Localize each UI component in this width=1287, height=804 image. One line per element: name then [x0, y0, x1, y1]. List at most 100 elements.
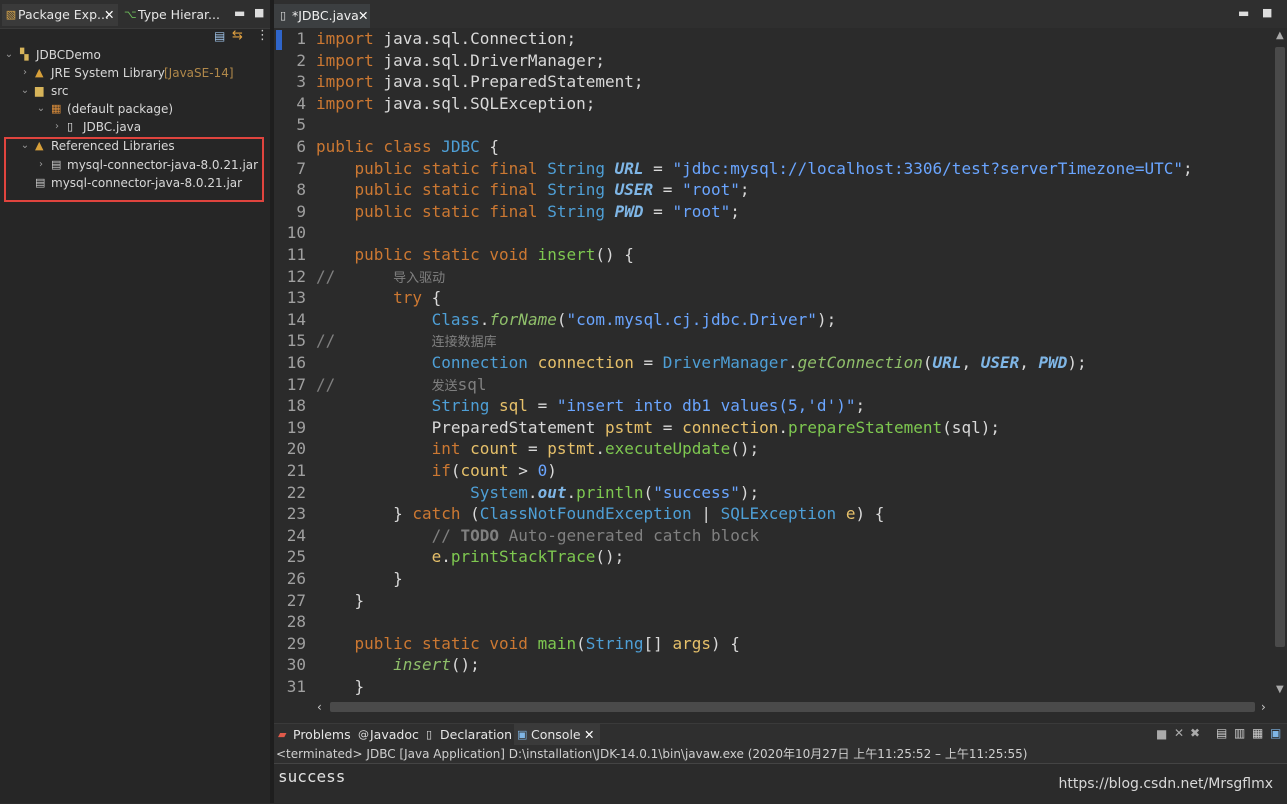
code-line[interactable]: import java.sql.PreparedStatement;: [316, 72, 644, 91]
maximize-icon[interactable]: ■: [1262, 6, 1272, 19]
close-icon[interactable]: ✕: [584, 724, 594, 746]
line-number: 3: [296, 72, 306, 92]
code-line[interactable]: // 导入驱动: [316, 267, 445, 286]
scroll-up-icon[interactable]: ▲: [1276, 30, 1284, 41]
code-line[interactable]: import java.sql.SQLException;: [316, 94, 595, 113]
tab-jdbc-java[interactable]: ▯ *JDBC.java ✕: [274, 4, 370, 28]
link-with-editor-icon[interactable]: ⇆: [232, 28, 243, 43]
line-number: 22: [286, 482, 306, 502]
minimize-icon[interactable]: ▬: [1238, 6, 1249, 20]
line-number: 12: [286, 266, 306, 286]
line-number: 24: [286, 525, 306, 545]
remove-all-icon[interactable]: ✖: [1190, 726, 1200, 740]
line-number: 29: [286, 633, 306, 653]
tab-type-hierarchy[interactable]: ⌥ Type Hierar...: [122, 4, 222, 26]
remove-launch-icon[interactable]: ✕: [1174, 726, 1184, 740]
tree-item-label: JDBC.java: [83, 120, 142, 134]
code-line[interactable]: Connection connection = DriverManager.ge…: [316, 353, 1087, 372]
code-line[interactable]: import java.sql.Connection;: [316, 29, 576, 48]
line-number: 4: [296, 93, 306, 113]
code-line[interactable]: }: [316, 569, 403, 588]
code-line[interactable]: String sql = "insert into db1 values(5,'…: [316, 396, 866, 415]
line-number: 17: [286, 374, 306, 394]
view-menu-icon[interactable]: ⋮: [256, 28, 269, 43]
line-number: 14: [286, 309, 306, 329]
code-editor[interactable]: 1 2 3 4 5 6 7 8 9 10 11 12 13 14 15 16 17 18 19 20 21 22 23 24 2…: [274, 28, 1274, 699]
tree-item-label: JDBCDemo: [36, 48, 101, 62]
declaration-icon: ▯: [426, 728, 433, 741]
line-number: 19: [286, 417, 306, 437]
tab-label: Package Exp...: [18, 7, 109, 22]
close-icon[interactable]: ✕: [104, 4, 114, 26]
scroll-lock-icon[interactable]: ▥: [1234, 726, 1245, 740]
code-line[interactable]: PreparedStatement pstmt = connection.pre…: [316, 418, 1000, 437]
scroll-down-icon[interactable]: ▼: [1276, 684, 1284, 695]
java-file-icon: ▯: [67, 120, 74, 133]
tree-item-label: (default package): [67, 102, 174, 116]
line-number: 15: [286, 331, 306, 351]
display-console-icon[interactable]: ▣: [1270, 726, 1281, 740]
line-number: 13: [286, 288, 306, 308]
word-wrap-icon[interactable]: ▦: [1252, 726, 1263, 740]
highlight-box: [4, 137, 264, 202]
code-line[interactable]: System.out.println("success");: [316, 483, 759, 502]
code-line[interactable]: import java.sql.DriverManager;: [316, 51, 605, 70]
code-line[interactable]: insert();: [316, 655, 480, 674]
code-line[interactable]: // 连接数据库: [316, 331, 497, 350]
console-status-text: <terminated> JDBC [Java Application] D:\…: [276, 747, 1028, 761]
code-line[interactable]: } catch (ClassNotFoundException | SQLExc…: [316, 504, 884, 523]
tab-declaration[interactable]: ▯ Declaration: [424, 724, 512, 746]
line-number: 16: [286, 353, 306, 372]
code-line[interactable]: public class JDBC {: [316, 137, 499, 156]
editor-tab-bar: [274, 0, 1287, 29]
code-line[interactable]: e.printStackTrace();: [316, 547, 625, 566]
code-line[interactable]: if(count > 0): [316, 461, 557, 480]
line-number: 26: [286, 569, 306, 588]
line-number: 30: [286, 655, 306, 675]
code-line[interactable]: public static void main(String[] args) {: [316, 634, 740, 653]
code-line[interactable]: }: [316, 677, 365, 696]
chevron-down-icon[interactable]: ⌄: [4, 46, 14, 64]
close-icon[interactable]: ✕: [358, 4, 368, 28]
line-number: 23: [286, 504, 306, 524]
java-file-icon: ▯: [280, 9, 287, 22]
tab-label: Declaration: [440, 727, 513, 742]
chevron-right-icon[interactable]: ›: [20, 64, 30, 82]
terminate-icon[interactable]: ■: [1156, 727, 1167, 741]
code-line[interactable]: public static final String PWD = "root";: [316, 202, 740, 221]
line-number: 9: [296, 201, 306, 221]
clear-console-icon[interactable]: ▤: [1216, 726, 1227, 740]
line-number: 8: [296, 180, 306, 200]
line-number: 25: [286, 547, 306, 567]
vertical-scroll-thumb[interactable]: [1275, 47, 1285, 647]
tab-javadoc[interactable]: @ Javadoc: [356, 724, 422, 746]
maximize-icon[interactable]: ■: [254, 6, 264, 19]
code-line[interactable]: Class.forName("com.mysql.cj.jdbc.Driver"…: [316, 310, 837, 329]
tab-console[interactable]: ▣ Console ✕: [514, 724, 600, 746]
tab-label: Type Hierar...: [138, 7, 220, 22]
chevron-down-icon[interactable]: ⌄: [20, 82, 30, 100]
collapse-all-icon[interactable]: ▤: [214, 29, 225, 43]
code-line[interactable]: public static final String URL = "jdbc:m…: [316, 159, 1193, 178]
tab-label: Console: [531, 727, 581, 742]
line-number: 31: [286, 677, 306, 696]
chevron-down-icon[interactable]: ⌄: [36, 100, 46, 118]
tab-problems[interactable]: ▰ Problems: [276, 724, 354, 746]
code-line[interactable]: int count = pstmt.executeUpdate();: [316, 439, 760, 458]
code-line[interactable]: }: [316, 591, 365, 610]
minimize-icon[interactable]: ▬: [234, 6, 245, 20]
package-icon: ▦: [51, 102, 62, 115]
code-line[interactable]: try {: [316, 288, 441, 307]
problems-icon: ▰: [278, 728, 287, 741]
scroll-left-icon[interactable]: ‹: [317, 700, 322, 714]
code-line[interactable]: public static void insert() {: [316, 245, 634, 264]
horizontal-scroll-thumb[interactable]: [330, 702, 1255, 712]
code-line[interactable]: public static final String USER = "root"…: [316, 180, 750, 199]
tab-package-explorer[interactable]: ▧ Package Exp... ✕: [2, 4, 118, 26]
code-line[interactable]: // 发送sql: [316, 375, 487, 394]
project-icon: ▚: [20, 48, 29, 61]
chevron-right-icon[interactable]: ›: [52, 118, 62, 136]
tab-label: *JDBC.java: [292, 8, 359, 23]
scroll-right-icon[interactable]: ›: [1261, 700, 1266, 714]
code-line[interactable]: // TODO Auto-generated catch block: [316, 526, 760, 545]
